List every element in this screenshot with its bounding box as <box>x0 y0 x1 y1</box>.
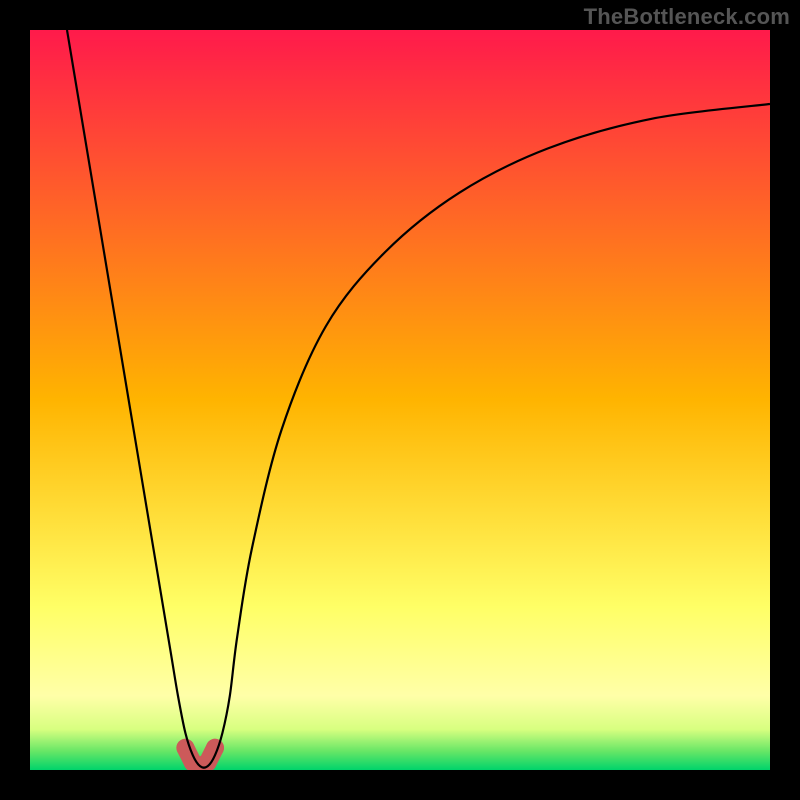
chart-svg <box>30 30 770 770</box>
plot-area <box>30 30 770 770</box>
chart-frame: TheBottleneck.com <box>0 0 800 800</box>
gradient-background <box>30 30 770 770</box>
watermark: TheBottleneck.com <box>584 4 790 30</box>
